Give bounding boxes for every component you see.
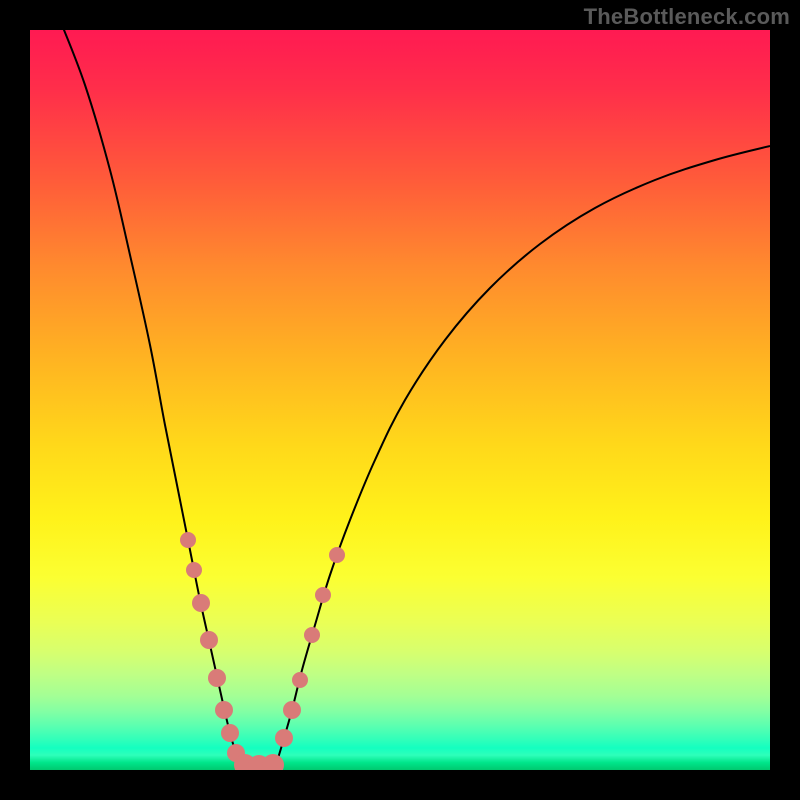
data-marker [304, 627, 320, 643]
left-curve-path [60, 30, 243, 768]
data-marker [221, 724, 239, 742]
curve-svg [30, 30, 770, 770]
data-marker [275, 729, 293, 747]
data-marker [215, 701, 233, 719]
data-marker [329, 547, 345, 563]
watermark-label: TheBottleneck.com [584, 4, 790, 30]
data-marker [262, 754, 284, 770]
plot-area [30, 30, 770, 770]
right-curve-path [275, 146, 770, 768]
data-marker [292, 672, 308, 688]
data-markers [180, 532, 345, 770]
data-marker [180, 532, 196, 548]
data-marker [192, 594, 210, 612]
data-marker [315, 587, 331, 603]
data-marker [186, 562, 202, 578]
chart-frame: TheBottleneck.com [0, 0, 800, 800]
data-marker [200, 631, 218, 649]
data-marker [208, 669, 226, 687]
data-marker [283, 701, 301, 719]
